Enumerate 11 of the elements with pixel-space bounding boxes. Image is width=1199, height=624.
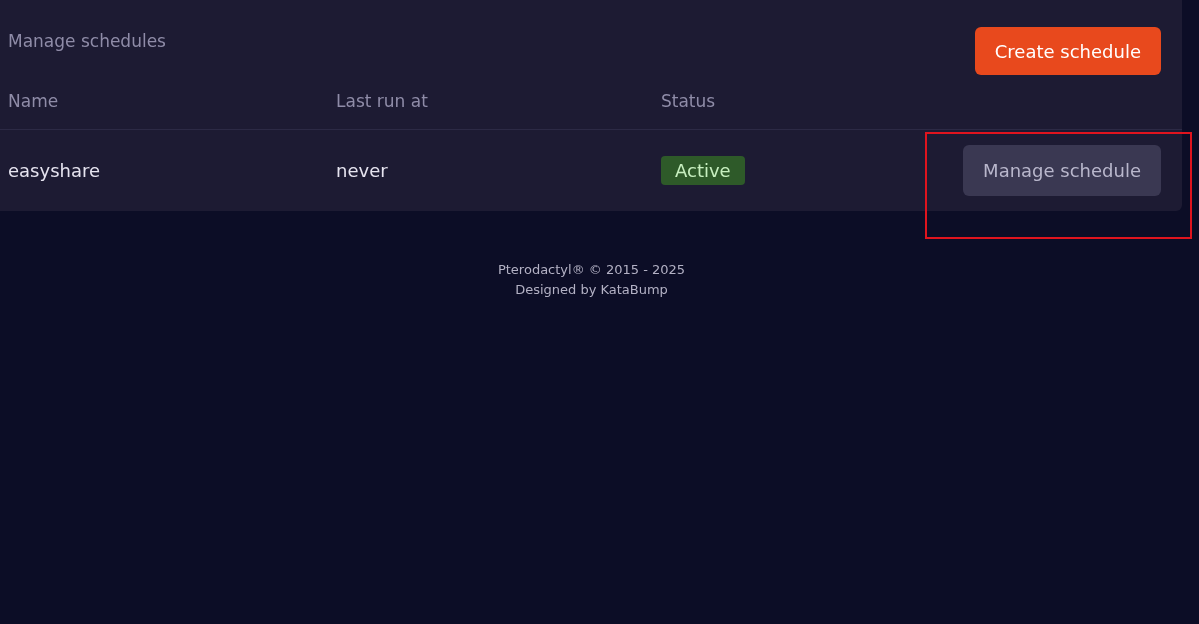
column-header: Status bbox=[661, 90, 717, 114]
panel-title: Manage schedules bbox=[8, 30, 166, 53]
column-header: Name bbox=[8, 90, 60, 114]
last-run-text: never bbox=[336, 159, 389, 183]
copyright-text: Pterodactyl® © 2015 - 2025 bbox=[497, 261, 686, 279]
column-header: Last run at bbox=[336, 90, 429, 114]
create-schedule-button[interactable]: Create schedule bbox=[974, 27, 1161, 75]
schedule-name: easyshare bbox=[8, 159, 102, 183]
credit-text: Designed by KataBump bbox=[515, 281, 668, 299]
status-badge: Active bbox=[661, 156, 745, 185]
manage-schedule-button[interactable]: Manage schedule bbox=[963, 145, 1161, 196]
